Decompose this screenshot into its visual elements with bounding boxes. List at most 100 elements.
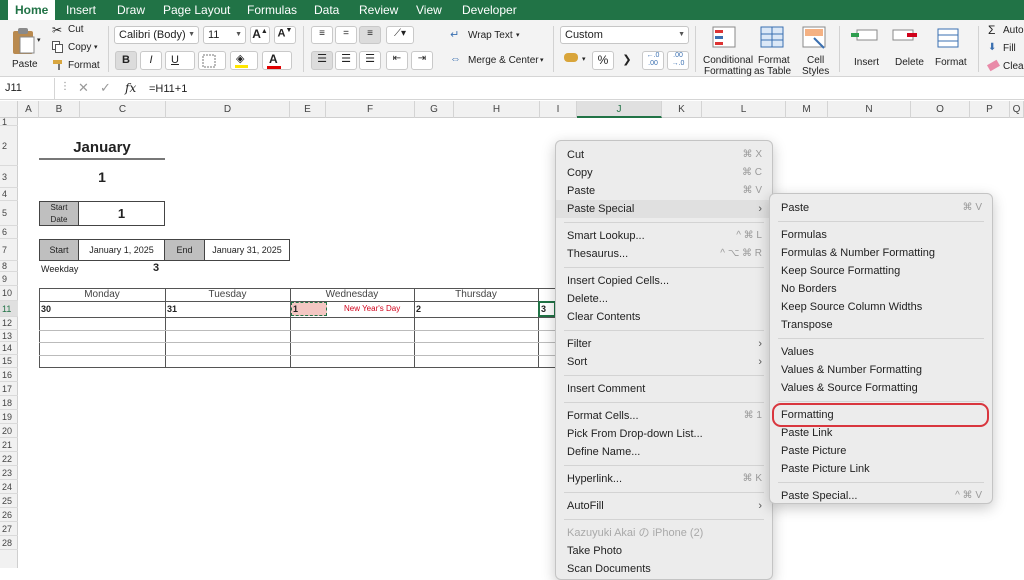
column-header-m[interactable]: M	[786, 101, 828, 118]
menu-item-copy[interactable]: Copy ⌘ C	[556, 164, 772, 182]
menu-item-thesaurus[interactable]: Thesaurus... ^ ⌥ ⌘ R	[556, 245, 772, 263]
shrink-font-button[interactable]: A▼	[274, 26, 296, 44]
insert-cells-button[interactable]: Insert	[846, 25, 886, 75]
menu-item-formatting[interactable]: Formatting	[770, 403, 992, 427]
tab-insert[interactable]: Insert	[59, 0, 103, 20]
column-header-f[interactable]: F	[326, 101, 415, 118]
column-header-p[interactable]: P	[970, 101, 1010, 118]
row-header-22[interactable]: 22	[0, 452, 18, 466]
menu-item-transpose[interactable]: Transpose	[770, 316, 992, 334]
align-bottom-button[interactable]: ≡	[359, 26, 381, 44]
month-title[interactable]: January	[39, 139, 165, 156]
tab-view[interactable]: View	[409, 0, 449, 20]
menu-item-paste[interactable]: Paste ⌘ V	[770, 199, 992, 217]
row-header-24[interactable]: 24	[0, 480, 18, 494]
row-header-16[interactable]: 16	[0, 368, 18, 382]
italic-button[interactable]: I	[140, 51, 162, 70]
tab-review[interactable]: Review	[352, 0, 405, 20]
align-left-button[interactable]: ☰	[311, 51, 333, 70]
orientation-button[interactable]: ⟋▾	[386, 26, 414, 44]
font-size-dropdown[interactable]: 11 ▼	[203, 26, 246, 44]
menu-item-clear-contents[interactable]: Clear Contents	[556, 308, 772, 326]
copy-dropdown-arrow[interactable]: ▾	[94, 43, 98, 51]
bold-button[interactable]: B	[115, 51, 137, 70]
insert-function-button[interactable]: fx	[125, 81, 136, 95]
menu-item-paste-link[interactable]: Paste Link	[770, 424, 992, 442]
end-value[interactable]: January 31, 2025	[205, 239, 290, 261]
decrease-indent-button[interactable]: ⇤	[386, 51, 408, 70]
menu-item-scan-documents[interactable]: Scan Documents	[556, 560, 772, 578]
row-header-17[interactable]: 17	[0, 382, 18, 396]
borders-button[interactable]	[198, 51, 226, 70]
tab-data[interactable]: Data	[307, 0, 346, 20]
column-header-l[interactable]: L	[702, 101, 786, 118]
row-header-20[interactable]: 20	[0, 424, 18, 438]
menu-item-delete[interactable]: Delete...	[556, 290, 772, 308]
name-box-dropdown-icon[interactable]: ⋮	[60, 81, 70, 92]
column-header-a[interactable]: A	[19, 101, 39, 118]
copy-button[interactable]: Copy ▾	[50, 41, 102, 55]
cut-button[interactable]: ✂ Cut	[50, 23, 100, 37]
menu-item-filter[interactable]: Filter ›	[556, 335, 772, 353]
row-header-27[interactable]: 27	[0, 522, 18, 536]
delete-cells-button[interactable]: Delete	[888, 25, 928, 75]
row-header-3[interactable]: 3	[0, 166, 18, 188]
row-header-21[interactable]: 21	[0, 438, 18, 452]
menu-item-paste[interactable]: Paste ⌘ V	[556, 182, 772, 200]
tab-page-layout[interactable]: Page Layout	[156, 0, 237, 20]
row-header-11[interactable]: 11	[0, 301, 18, 317]
column-header-j[interactable]: J	[577, 101, 662, 118]
paste-button[interactable]: Paste	[6, 25, 40, 73]
month-number[interactable]: 1	[39, 169, 165, 185]
align-right-button[interactable]: ☰	[359, 51, 381, 70]
row-header-1[interactable]: 1	[0, 118, 18, 127]
enter-icon[interactable]: ✓	[100, 80, 111, 96]
column-header-q[interactable]: Q	[1010, 101, 1024, 118]
row-header-5[interactable]: 5	[0, 201, 18, 226]
comma-style-button[interactable]: ❯	[618, 51, 636, 70]
row-header-7[interactable]: 7	[0, 239, 18, 261]
font-name-dropdown[interactable]: Calibri (Body) ▼	[114, 26, 199, 44]
tab-draw[interactable]: Draw	[110, 0, 152, 20]
formula-input[interactable]: =H11+1	[149, 83, 187, 95]
menu-item-sort[interactable]: Sort ›	[556, 353, 772, 371]
menu-item-keep-source-formatting[interactable]: Keep Source Formatting	[770, 262, 992, 280]
number-format-dropdown[interactable]: Custom ▼	[560, 26, 689, 44]
date-cell[interactable]: 30	[41, 304, 51, 314]
tab-developer[interactable]: Developer	[455, 0, 524, 20]
menu-item-pick-from-drop-down-list[interactable]: Pick From Drop-down List...	[556, 425, 772, 443]
menu-item-cut[interactable]: Cut ⌘ X	[556, 146, 772, 164]
row-header-9[interactable]: 9	[0, 272, 18, 286]
start-date-input[interactable]: 1	[79, 201, 165, 226]
column-header-e[interactable]: E	[290, 101, 326, 118]
column-header-c[interactable]: C	[80, 101, 166, 118]
conditional-formatting-button[interactable]: Conditional Formatting	[700, 25, 753, 77]
row-header-8[interactable]: 8	[0, 261, 18, 272]
wrap-text-button[interactable]: ↵ Wrap Text ▾	[450, 28, 530, 44]
cancel-icon[interactable]: ✕	[78, 80, 89, 96]
menu-item-values[interactable]: Values	[770, 343, 992, 361]
column-header-k[interactable]: K	[662, 101, 702, 118]
menu-item-paste-picture[interactable]: Paste Picture	[770, 442, 992, 460]
menu-item-insert-copied-cells[interactable]: Insert Copied Cells...	[556, 272, 772, 290]
increase-decimal-button[interactable]: ←.0 .00	[642, 51, 664, 70]
day-header-wednesday[interactable]: Wednesday	[290, 289, 414, 300]
format-cells-button[interactable]: Format	[930, 25, 970, 75]
percent-button[interactable]: %	[592, 51, 614, 70]
date-cell[interactable]: 2	[416, 304, 421, 314]
row-header-14[interactable]: 14	[0, 342, 18, 355]
paste-dropdown-arrow[interactable]: ▾	[37, 36, 41, 44]
menu-item-values-number-formatting[interactable]: Values & Number Formatting	[770, 361, 992, 379]
menu-item-no-borders[interactable]: No Borders	[770, 280, 992, 298]
row-header-18[interactable]: 18	[0, 396, 18, 410]
date-cell[interactable]: 1	[293, 304, 298, 314]
tab-formulas[interactable]: Formulas	[240, 0, 304, 20]
menu-item-paste-special[interactable]: Paste Special ›	[556, 200, 772, 218]
column-header-h[interactable]: H	[454, 101, 540, 118]
decrease-decimal-button[interactable]: .00 →.0	[667, 51, 689, 70]
fill-color-button[interactable]: ◈	[230, 51, 258, 70]
menu-item-format-cells[interactable]: Format Cells... ⌘ 1	[556, 407, 772, 425]
align-middle-button[interactable]: =	[335, 26, 357, 44]
weekday-value[interactable]: 3	[153, 262, 159, 274]
menu-item-hyperlink[interactable]: Hyperlink... ⌘ K	[556, 470, 772, 488]
